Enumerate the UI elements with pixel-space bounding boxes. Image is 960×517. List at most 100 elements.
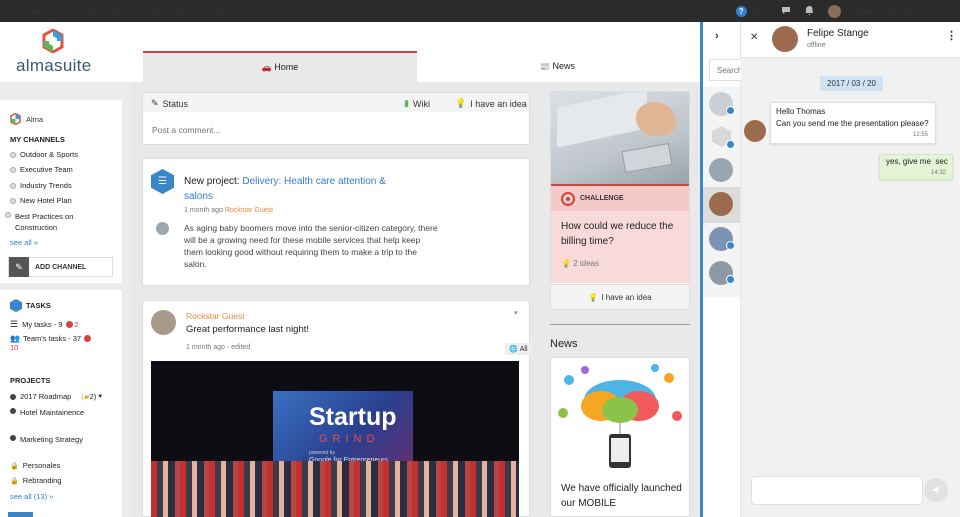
project-item[interactable]: Hotel Maintainence [10,407,90,418]
book-icon: ▮ [404,98,409,108]
post-time: 1 month ago [184,207,223,214]
help-label: HELP [749,6,770,16]
project-item[interactable]: 2017 Roadmap (▰ 2 ) ▼ [10,392,103,401]
contact-avatar[interactable] [709,158,733,182]
post-meta: 1 month ago Rockstar Guest [184,207,273,214]
list-icon: ☰ [10,319,19,329]
project-label: 2017 Roadmap [20,392,72,401]
chat-message-input[interactable] [751,476,923,505]
chat-icon[interactable] [781,6,791,17]
lock-icon: 🔒 [10,477,19,485]
nav-alma[interactable]: ALMA [22,7,42,16]
challenge-idea-button[interactable]: 💡 I have an idea [551,284,689,309]
laptop-shape [557,92,647,148]
challenge-image[interactable] [551,92,689,184]
channel-item[interactable]: Outdoor & Sports [10,150,78,159]
tab-news[interactable]: 📰 News [417,51,698,82]
post-menu-icon[interactable]: ▾ [514,309,518,317]
lightbulb-icon: 💡 [561,259,571,268]
project-item[interactable]: 🔒 Personales [10,461,60,470]
project-count-close: ) [93,392,97,401]
channels-see-all-link[interactable]: see all » [10,238,38,247]
tab-news-label: News [552,61,575,71]
news-headline[interactable]: We have officially launched our MOBILE [561,481,683,511]
user-menu[interactable]: THOMAS LORKOWITZ ▼ [828,4,936,18]
alert-icon [84,335,92,342]
post-meta: 1 month ago - edited [186,344,251,351]
nav-trivia[interactable]: TRIVIA [141,7,165,16]
challenge-question[interactable]: How could we reduce the billing time? [561,219,683,249]
visibility-badge[interactable]: 🌐 All [505,343,532,355]
contact-avatar[interactable] [709,192,733,216]
team-tasks-label: Team's tasks - 37 [22,334,82,343]
challenge-header: CHALLENGE [551,184,689,211]
startup-title: Startup [309,403,397,431]
my-tasks-label: My tasks - 9 [22,320,63,329]
nav-ideas[interactable]: IDEAS [110,7,133,16]
team-tasks-alert: 10 [10,343,19,352]
challenge-badge: CHALLENGE [580,195,624,202]
contact-name: Felipe Stange [807,28,869,39]
ideas-count-label: 2 ideas [573,259,599,268]
tasks-header: TASKS [10,299,51,312]
channel-item[interactable]: Executive Team [10,165,73,174]
channel-label: New Hotel Plan [20,196,72,205]
contact-search-input[interactable] [709,59,741,81]
nav-news[interactable]: NEWS [174,7,197,16]
lightbulb-icon: 💡 [588,292,599,302]
idea-tab[interactable]: 💡 I have an idea [455,98,527,109]
add-channel-button[interactable]: ✎ ADD CHANNEL [8,257,113,277]
news-divider [550,324,690,325]
almasuite-logo-icon[interactable] [42,28,64,55]
collapse-chevron-icon[interactable]: › [715,30,719,42]
post-author[interactable]: Rockstar Guest [225,207,273,214]
close-icon[interactable]: ✕ [750,32,758,43]
visibility-label: All [519,345,528,353]
projects-see-all-link[interactable]: see all (13) » [10,492,53,501]
tab-home[interactable]: 🚗 Home [143,51,417,82]
channel-item[interactable]: Industry Trends [10,181,72,190]
edit-icon: ✎ [9,257,29,277]
status-label: Status [162,98,189,109]
project-item[interactable]: Marketing Strategy [10,434,90,445]
globe-icon: 🌐 [509,346,518,353]
channel-item[interactable]: New Hotel Plan [10,196,72,205]
pencil-icon: ✎ [151,98,159,108]
workspace-label: Alma [26,114,44,124]
news-image[interactable] [551,358,689,470]
incoming-message-text: Hello Thomas Can you send me the present… [776,107,929,128]
alert-icon [65,321,73,328]
nav-wiki[interactable]: WIKI [84,7,100,16]
post-title: New project: Delivery: Health care atten… [184,174,394,204]
tab-home-label: Home [274,62,299,72]
my-tasks-item[interactable]: ☰ My tasks - 9 2 [10,319,79,330]
top-right-tools: ? HELP THOMAS LORKOWITZ ▼ [735,0,960,22]
top-nav: ALMA TASKS WIKI IDEAS TRIVIA NEWS PEOPLE [22,0,236,22]
help-button[interactable]: ? HELP [735,5,770,17]
comment-input[interactable] [146,117,526,141]
status-tab[interactable]: ✎ Status [151,98,188,109]
more-options-icon[interactable]: ⋮ [946,29,957,42]
send-icon [932,486,940,494]
channel-item[interactable]: Best Practices on Construction [5,211,105,233]
workspace-item[interactable]: Alma [10,113,43,125]
wiki-tab[interactable]: ▮ Wiki [404,98,430,109]
channel-label: Best Practices on Construction [15,212,74,232]
channel-dot-icon [10,166,16,173]
team-tasks-item[interactable]: 👥 Team's tasks - 37 10 [10,334,110,352]
project-item[interactable]: 🔒 Rebranding [10,476,62,485]
nav-tasks[interactable]: TASKS [51,7,75,16]
send-button[interactable] [924,478,948,502]
bell-icon[interactable] [805,5,814,17]
powered-text: powered by [309,450,335,456]
post-image[interactable]: Startup GRIND powered by Google for Entr… [151,361,519,517]
project-label: Rebranding [22,476,62,485]
nav-people[interactable]: PEOPLE [206,7,236,16]
contact-badge-icon [726,106,735,115]
chevron-down-icon: ▼ [930,8,936,14]
outgoing-message-time: 14:32 [931,170,947,176]
post-author[interactable]: Rockstar Guest [186,311,245,321]
my-tasks-alert: 2 [74,320,79,329]
folder-icon: (▰ [81,392,90,401]
projects-title: PROJECTS [10,376,51,385]
